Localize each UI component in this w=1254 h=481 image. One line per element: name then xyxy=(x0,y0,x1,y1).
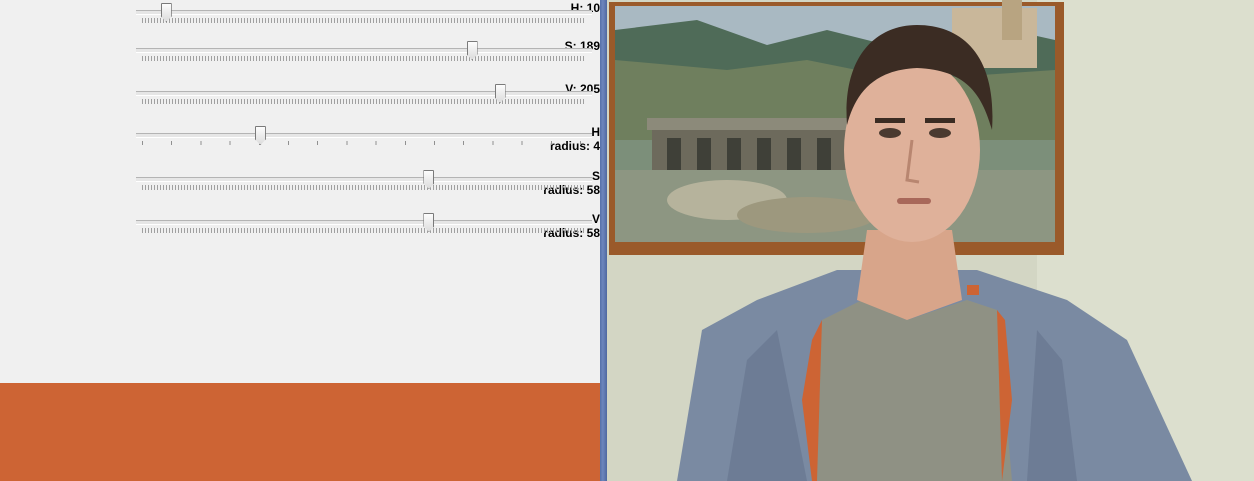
trackbar-panel: H: 10 S: 189 V: 205 H radius: 4 S radius… xyxy=(0,0,600,383)
h-slider-ticks xyxy=(142,18,586,23)
color-preview-swatch xyxy=(0,383,600,481)
camera-feed xyxy=(607,0,1254,481)
h-radius-slider-ticks xyxy=(142,141,586,145)
v-slider[interactable] xyxy=(136,82,592,106)
webcam-frame-icon xyxy=(607,0,1254,481)
v-radius-slider-ticks xyxy=(142,228,586,233)
s-radius-slider[interactable] xyxy=(136,168,592,192)
s-slider-ticks xyxy=(142,56,586,61)
h-radius-slider-track[interactable] xyxy=(136,133,592,138)
v-slider-ticks xyxy=(142,99,586,104)
v-radius-slider-track[interactable] xyxy=(136,220,592,225)
s-radius-slider-ticks xyxy=(142,185,586,190)
h-radius-slider[interactable] xyxy=(136,124,592,148)
v-slider-track[interactable] xyxy=(136,91,592,96)
v-radius-slider[interactable] xyxy=(136,211,592,235)
h-slider-track[interactable] xyxy=(136,10,592,15)
h-slider[interactable] xyxy=(136,1,592,25)
s-slider[interactable] xyxy=(136,39,592,63)
masked-shirt xyxy=(812,300,1012,481)
s-slider-track[interactable] xyxy=(136,48,592,53)
s-radius-slider-track[interactable] xyxy=(136,177,592,182)
window-divider xyxy=(600,0,607,481)
